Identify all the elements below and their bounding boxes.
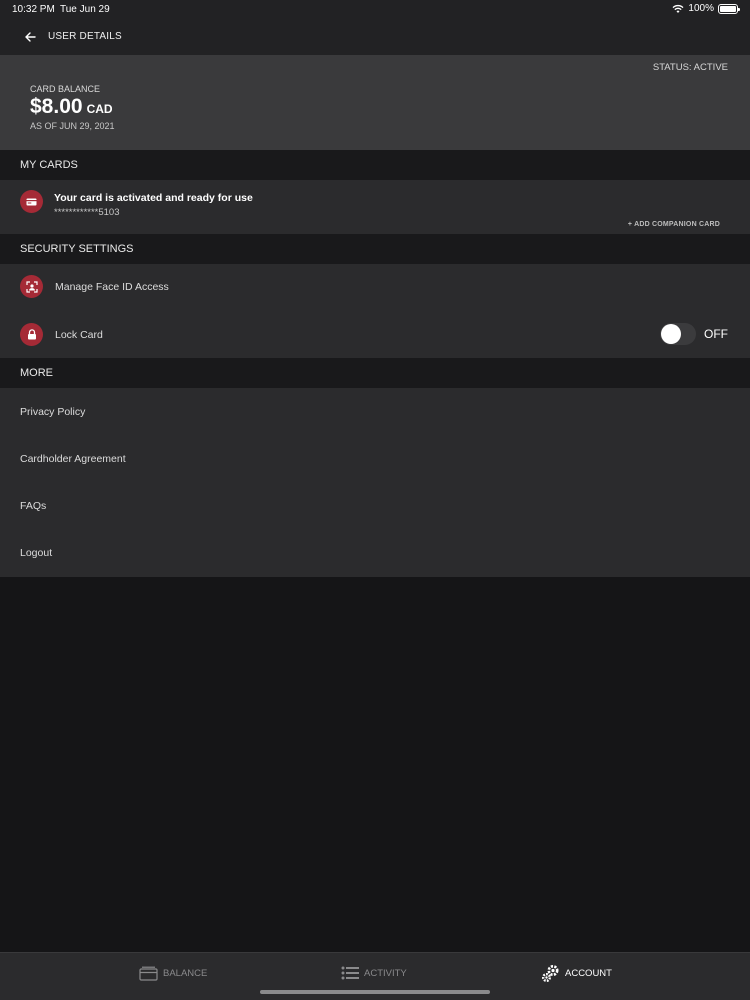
balance-amount-row: $8.00 CAD [30,95,113,119]
status-badge: STATUS: ACTIVE [652,62,728,73]
battery-icon [718,3,740,14]
status-right: 100% [672,3,740,14]
lock-icon [20,323,43,346]
tab-activity[interactable]: ACTIVITY [341,953,407,993]
home-indicator[interactable] [260,990,490,994]
face-id-row[interactable]: Manage Face ID Access [0,264,750,311]
nav-bar: USER DETAILS [0,18,750,55]
face-id-icon [20,275,43,298]
lock-card-state: OFF [704,327,728,341]
tab-bar: BALANCE ACTIVITY ACCOUNT [0,952,750,1000]
face-id-label: Manage Face ID Access [55,281,169,293]
tab-activity-label: ACTIVITY [364,967,407,979]
card-row[interactable]: Your card is activated and ready for use… [0,180,750,234]
lock-card-toggle[interactable] [660,323,696,345]
card-icon [20,190,43,213]
tab-balance[interactable]: BALANCE [139,953,207,993]
balance-label: CARD BALANCE [30,84,101,94]
lock-card-label: Lock Card [55,329,103,341]
more-panel: Privacy Policy Cardholder Agreement FAQs… [0,388,750,577]
wifi-icon [672,4,684,13]
battery-percent: 100% [688,3,714,14]
card-number: ************5103 [54,207,120,218]
arrow-left-icon [25,31,36,42]
status-time: 10:32 PM [12,4,55,15]
balance-card: STATUS: ACTIVE CARD BALANCE $8.00 CAD AS… [0,55,750,150]
balance-date: AS OF JUN 29, 2021 [30,121,115,131]
balance-amount: $8.00 [30,95,83,118]
tab-balance-label: BALANCE [163,967,208,979]
list-icon [341,966,359,980]
logout-link[interactable]: Logout [0,529,750,576]
tab-account-label: ACCOUNT [565,967,612,979]
privacy-policy-link[interactable]: Privacy Policy [0,388,750,435]
page-title: USER DETAILS [48,31,122,42]
lock-card-row: Lock Card OFF [0,311,750,358]
cardholder-agreement-link[interactable]: Cardholder Agreement [0,435,750,482]
toggle-knob [661,324,681,344]
security-panel: Manage Face ID Access Lock Card OFF [0,264,750,358]
status-bar: 10:32 PM Tue Jun 29 100% [0,0,750,18]
more-header: MORE [0,358,750,388]
card-icon [139,966,158,981]
status-date: Tue Jun 29 [60,4,110,15]
gears-icon [542,964,559,982]
security-settings-header: SECURITY SETTINGS [0,234,750,264]
tab-account[interactable]: ACCOUNT [541,953,612,993]
balance-currency: CAD [86,102,113,116]
my-cards-header: MY CARDS [0,150,750,180]
card-status-text: Your card is activated and ready for use [54,192,253,204]
faqs-link[interactable]: FAQs [0,482,750,529]
back-button[interactable] [20,27,40,47]
add-companion-card-link[interactable]: + ADD COMPANION CARD [628,221,720,228]
